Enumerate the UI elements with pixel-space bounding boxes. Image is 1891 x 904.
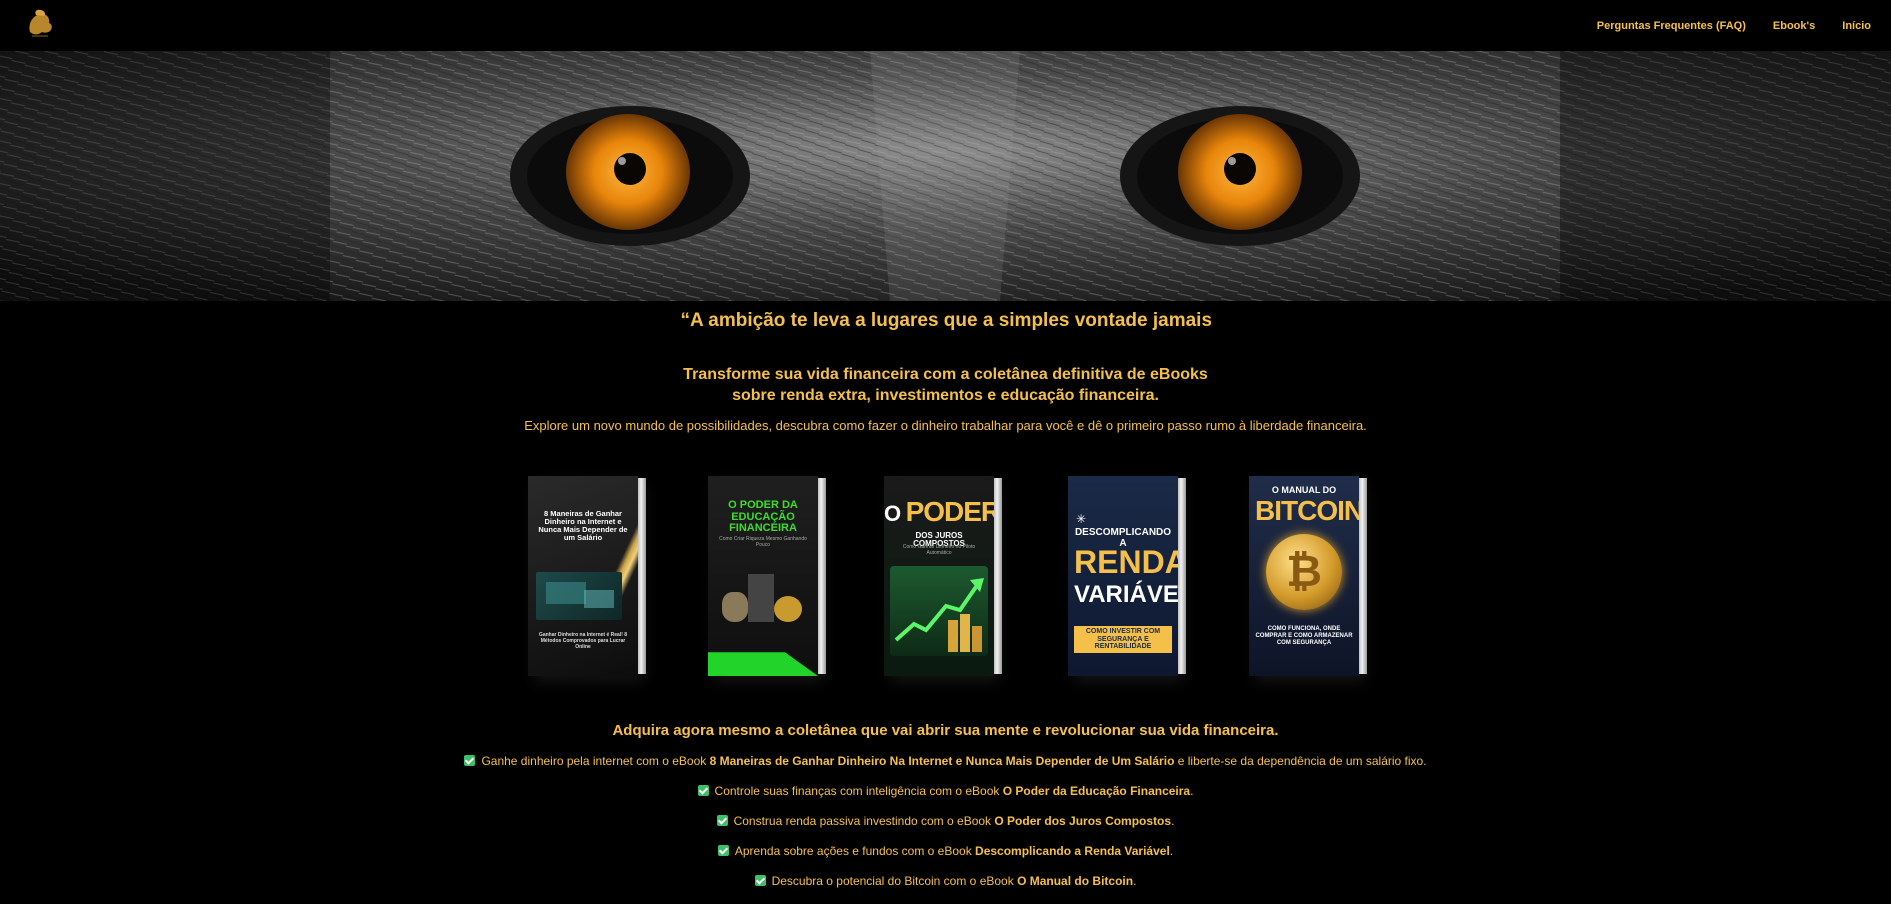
right-eye xyxy=(1120,106,1360,246)
ebook-8-maneiras[interactable]: 8 Maneiras de Ganhar Dinheiro na Interne… xyxy=(528,470,652,680)
nav-link-faq[interactable]: Perguntas Frequentes (FAQ) xyxy=(1597,20,1746,32)
ebook-cover: O PODER DOS JUROS COMPOSTOS Como Ganhar … xyxy=(884,476,994,676)
ebook-gallery: 8 Maneiras de Ganhar Dinheiro na Interne… xyxy=(0,470,1891,685)
navbar: Perguntas Frequentes (FAQ) Ebook's Iníci… xyxy=(0,0,1891,51)
benefit-item: Construa renda passiva investindo com o … xyxy=(0,814,1891,844)
bitcoin-coin-icon: ₿ xyxy=(1266,534,1342,610)
coins-shape xyxy=(774,596,802,622)
ebook-manual-bitcoin[interactable]: O MANUAL DO BITCOIN ₿ COMO FUNCIONA, OND… xyxy=(1249,470,1373,680)
benefit-item: Ganhe dinheiro pela internet com o eBook… xyxy=(0,754,1891,784)
benefit-text: Aprenda sobre ações e fundos com o eBook xyxy=(734,844,976,858)
ebook-subtitle: Como Criar Riqueza Mesmo Ganhando Pouco xyxy=(719,536,807,548)
ebook-pages xyxy=(1178,478,1186,674)
benefit-bold: O Manual do Bitcoin xyxy=(1017,874,1134,888)
ebook-cover: 8 Maneiras de Ganhar Dinheiro na Interne… xyxy=(528,476,638,676)
ebook-title: O PODER xyxy=(884,496,994,528)
lion-eyes-image xyxy=(0,51,1891,301)
ebook-cover: O PODER DA EDUCAÇÃO FINANCEIRA Como Cria… xyxy=(708,476,818,676)
ebook-subtitle: Ganhar Dinheiro na Internet é Real! 8 Mé… xyxy=(538,632,628,650)
ebook-title-big: RENDA xyxy=(1074,544,1178,580)
ebook-subtitle: Como Ganhar Dinheiro no Piloto Automátic… xyxy=(902,544,976,556)
ebook-cover: O MANUAL DO BITCOIN ₿ COMO FUNCIONA, OND… xyxy=(1249,476,1359,676)
ebook-cover: ✳ DESCOMPLICANDO A RENDA VARIÁVEL COMO I… xyxy=(1068,476,1178,676)
benefit-text-end: . xyxy=(1190,784,1194,798)
lion-logo-icon xyxy=(29,9,52,37)
lion-logo[interactable] xyxy=(24,6,56,44)
ebook-pages xyxy=(1359,478,1367,674)
ebook-educacao-financeira[interactable]: O PODER DA EDUCAÇÃO FINANCEIRA Como Cria… xyxy=(708,470,832,680)
checkbox-icon xyxy=(697,785,709,796)
arrow-up-icon xyxy=(894,578,984,652)
ebook-renda-variavel[interactable]: ✳ DESCOMPLICANDO A RENDA VARIÁVEL COMO I… xyxy=(1068,470,1192,680)
quote: “A ambição te leva a lugares que a simpl… xyxy=(0,310,1891,338)
ebook-title: O PODER DA EDUCAÇÃO FINANCEIRA xyxy=(728,499,798,535)
ebook-title: 8 Maneiras de Ganhar Dinheiro na Interne… xyxy=(538,509,628,542)
money-bags-illustration xyxy=(718,574,808,630)
benefit-text: Construa renda passiva investindo com o … xyxy=(733,814,995,828)
bag-shape xyxy=(722,592,748,622)
safe-shape xyxy=(748,574,774,622)
benefit-bold: O Poder da Educação Financeira xyxy=(1002,784,1191,798)
benefit-text-end: . xyxy=(1133,874,1137,888)
nav-links: Perguntas Frequentes (FAQ) Ebook's Iníci… xyxy=(1597,0,1891,51)
benefit-text: Descubra o potencial do Bitcoin com o eB… xyxy=(771,874,1018,888)
green-band xyxy=(708,652,818,676)
benefit-item: Controle suas finanças com inteligência … xyxy=(0,784,1891,814)
checkbox-icon xyxy=(717,845,729,856)
ebook-pages xyxy=(638,478,646,674)
checkbox-icon xyxy=(464,755,476,766)
cash-shape xyxy=(584,590,614,608)
headline-line-2: sobre renda extra, investimentos e educa… xyxy=(732,387,1159,404)
sparkle-icon: ✳ xyxy=(1076,512,1087,526)
ebook-illustration xyxy=(536,572,622,620)
ebook-subtitle: COMO INVESTIR COM SEGURANÇA E RENTABILID… xyxy=(1085,628,1161,651)
headline: Transforme sua vida financeira com a col… xyxy=(0,364,1891,406)
benefit-text: Ganhe dinheiro pela internet com o eBook xyxy=(481,754,710,768)
ebook-title-big: PODER xyxy=(905,496,994,527)
ebook-title-small: O xyxy=(884,501,902,526)
headline-line-1: Transforme sua vida financeira com a col… xyxy=(683,366,1208,383)
checkbox-icon xyxy=(754,875,766,886)
ebook-juros-compostos[interactable]: O PODER DOS JUROS COMPOSTOS Como Ganhar … xyxy=(884,470,1008,680)
laptop-shape xyxy=(546,582,586,604)
growth-chart-illustration xyxy=(890,566,988,656)
quote-text: “A ambição te leva a lugares que a simpl… xyxy=(680,310,1211,331)
ebook-subtitle-band: COMO INVESTIR COM SEGURANÇA E RENTABILID… xyxy=(1074,626,1172,654)
ebook-title-big: BITCOIN xyxy=(1255,495,1359,526)
benefit-bold: Descomplicando a Renda Variável xyxy=(975,844,1170,858)
benefit-bold: O Poder dos Juros Compostos xyxy=(994,814,1172,828)
benefit-item: Descubra o potencial do Bitcoin com o eB… xyxy=(0,874,1891,904)
benefit-text-end: . xyxy=(1171,814,1175,828)
ebook-pages xyxy=(994,478,1002,674)
ebook-subtitle: COMO FUNCIONA, ONDE COMPRAR E COMO ARMAZ… xyxy=(1255,626,1353,647)
ebook-pages xyxy=(818,478,826,674)
nav-link-inicio[interactable]: Início xyxy=(1842,20,1871,32)
benefit-item: Aprenda sobre ações e fundos com o eBook… xyxy=(0,844,1891,874)
left-eye xyxy=(510,106,750,246)
benefit-text: Controle suas finanças com inteligência … xyxy=(714,784,1003,798)
hero-banner xyxy=(0,51,1891,301)
subheadline: Explore um novo mundo de possibilidades,… xyxy=(524,418,1367,433)
ebook-title-mid: VARIÁVEL xyxy=(1074,581,1178,608)
benefit-bold: 8 Maneiras de Ganhar Dinheiro Na Interne… xyxy=(709,754,1175,768)
cta-heading: Adquira agora mesmo a coletânea que vai … xyxy=(612,722,1279,739)
checkbox-icon xyxy=(716,815,728,826)
benefits-list: Ganhe dinheiro pela internet com o eBook… xyxy=(0,754,1891,904)
benefit-text-end: . xyxy=(1169,844,1174,858)
benefit-text-end: e liberte-se da dependência de um salári… xyxy=(1174,754,1427,768)
nav-link-ebooks[interactable]: Ebook's xyxy=(1773,20,1815,32)
